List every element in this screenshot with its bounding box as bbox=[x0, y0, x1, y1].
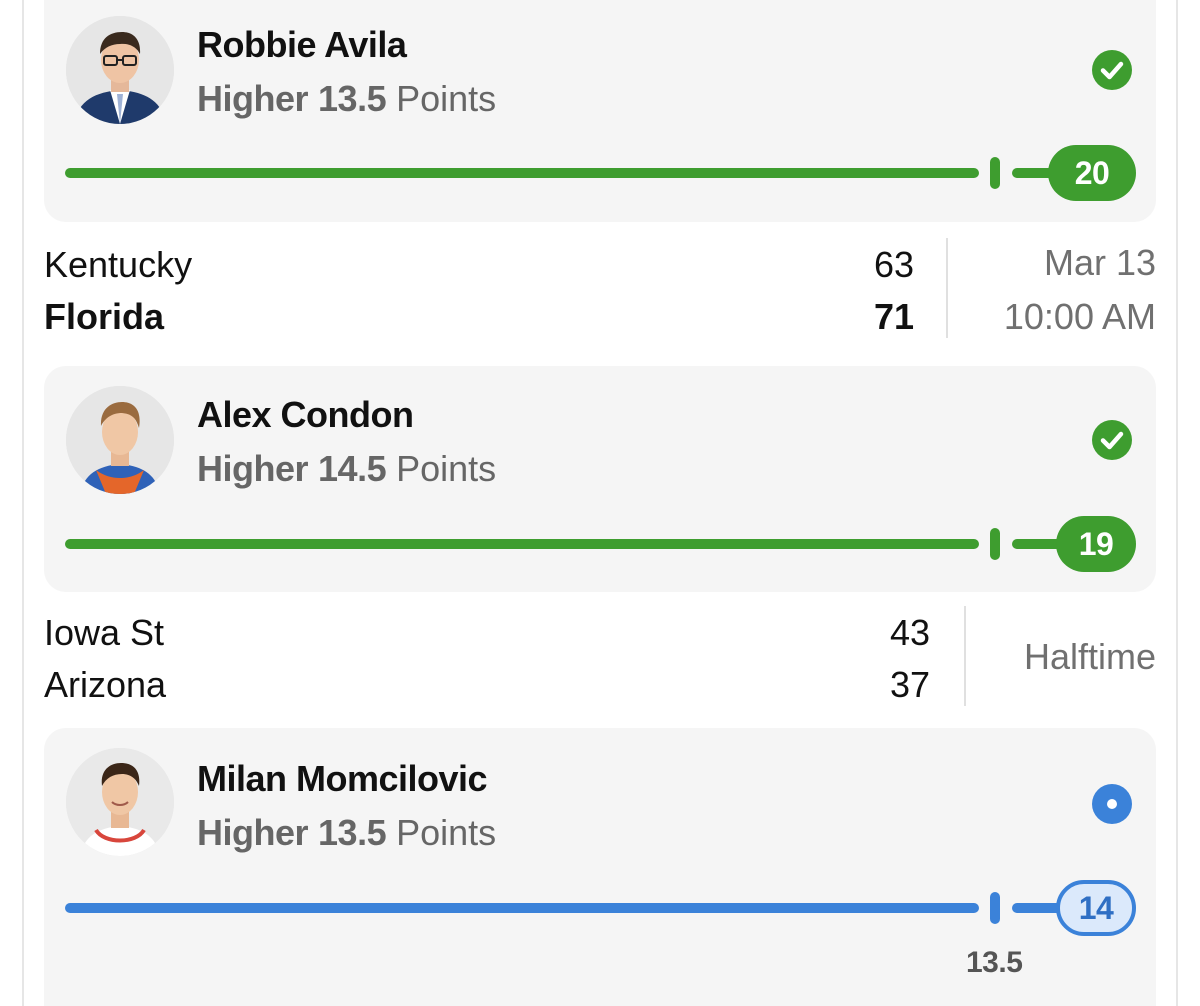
pick-description: Higher 13.5 Points bbox=[197, 812, 496, 854]
player-name: Milan Momcilovic bbox=[197, 758, 488, 799]
right-border bbox=[1176, 0, 1178, 1006]
team-name: Florida bbox=[44, 296, 165, 337]
pick-card-alex-condon[interactable]: Alex Condon Higher 14.5 Points 19 bbox=[44, 366, 1156, 592]
check-circle-icon bbox=[1092, 420, 1132, 460]
pick-stat: Points bbox=[396, 78, 497, 119]
progress-track-tail bbox=[1012, 903, 1062, 913]
pick-line-value: 13.5 bbox=[318, 812, 387, 853]
pick-line-value: 14.5 bbox=[318, 448, 387, 489]
progress-track bbox=[65, 168, 979, 178]
pick-description: Higher 14.5 Points bbox=[197, 448, 496, 490]
current-value-pill: 14 bbox=[1056, 880, 1136, 936]
pick-card-milan-momcilovic[interactable]: Milan Momcilovic Higher 13.5 Points 14 1… bbox=[44, 728, 1156, 1006]
team-name: Iowa St bbox=[44, 612, 165, 653]
pick-line-value: 13.5 bbox=[318, 78, 387, 119]
player-avatar bbox=[66, 386, 174, 494]
team-name: Kentucky bbox=[44, 244, 193, 285]
line-marker bbox=[990, 892, 1000, 924]
picks-page: Robbie Avila Higher 13.5 Points 20 Kentu… bbox=[0, 0, 1200, 1006]
check-circle-icon bbox=[1092, 50, 1132, 90]
pick-stat: Points bbox=[396, 812, 497, 853]
game-row-kentucky-florida[interactable]: Kentucky 63 Florida 71 Mar 13 10:00 AM bbox=[44, 238, 1156, 338]
game-status: Halftime bbox=[1023, 636, 1156, 677]
pick-card-robbie-avila[interactable]: Robbie Avila Higher 13.5 Points 20 bbox=[44, 0, 1156, 222]
pick-stat: Points bbox=[396, 448, 497, 489]
team-score: 63 bbox=[873, 244, 914, 285]
progress-track bbox=[65, 903, 979, 913]
player-avatar bbox=[66, 748, 174, 856]
team-name: Arizona bbox=[44, 664, 167, 705]
line-marker bbox=[990, 157, 1000, 189]
game-row-iowa-st-arizona[interactable]: Iowa St 43 Arizona 37 Halftime bbox=[44, 606, 1156, 706]
pick-direction: Higher bbox=[197, 812, 309, 853]
team-score: 37 bbox=[889, 664, 930, 705]
current-value-pill: 20 bbox=[1048, 145, 1136, 201]
game-date: Mar 13 bbox=[1043, 242, 1156, 283]
current-value-pill: 19 bbox=[1056, 516, 1136, 572]
pick-description: Higher 13.5 Points bbox=[197, 78, 496, 120]
progress-track-tail bbox=[1012, 539, 1062, 549]
team-score: 43 bbox=[889, 612, 930, 653]
team-score: 71 bbox=[873, 296, 914, 337]
pick-direction: Higher bbox=[197, 448, 309, 489]
divider bbox=[964, 606, 966, 706]
live-dot-icon bbox=[1092, 784, 1132, 824]
player-avatar bbox=[66, 16, 174, 124]
line-marker-label: 13.5 bbox=[966, 946, 1023, 979]
left-border bbox=[22, 0, 24, 1006]
pick-direction: Higher bbox=[197, 78, 309, 119]
game-time: 10:00 AM bbox=[1003, 296, 1156, 337]
player-name: Alex Condon bbox=[197, 394, 414, 435]
player-name: Robbie Avila bbox=[197, 24, 407, 65]
divider bbox=[946, 238, 948, 338]
line-marker bbox=[990, 528, 1000, 560]
progress-track bbox=[65, 539, 979, 549]
